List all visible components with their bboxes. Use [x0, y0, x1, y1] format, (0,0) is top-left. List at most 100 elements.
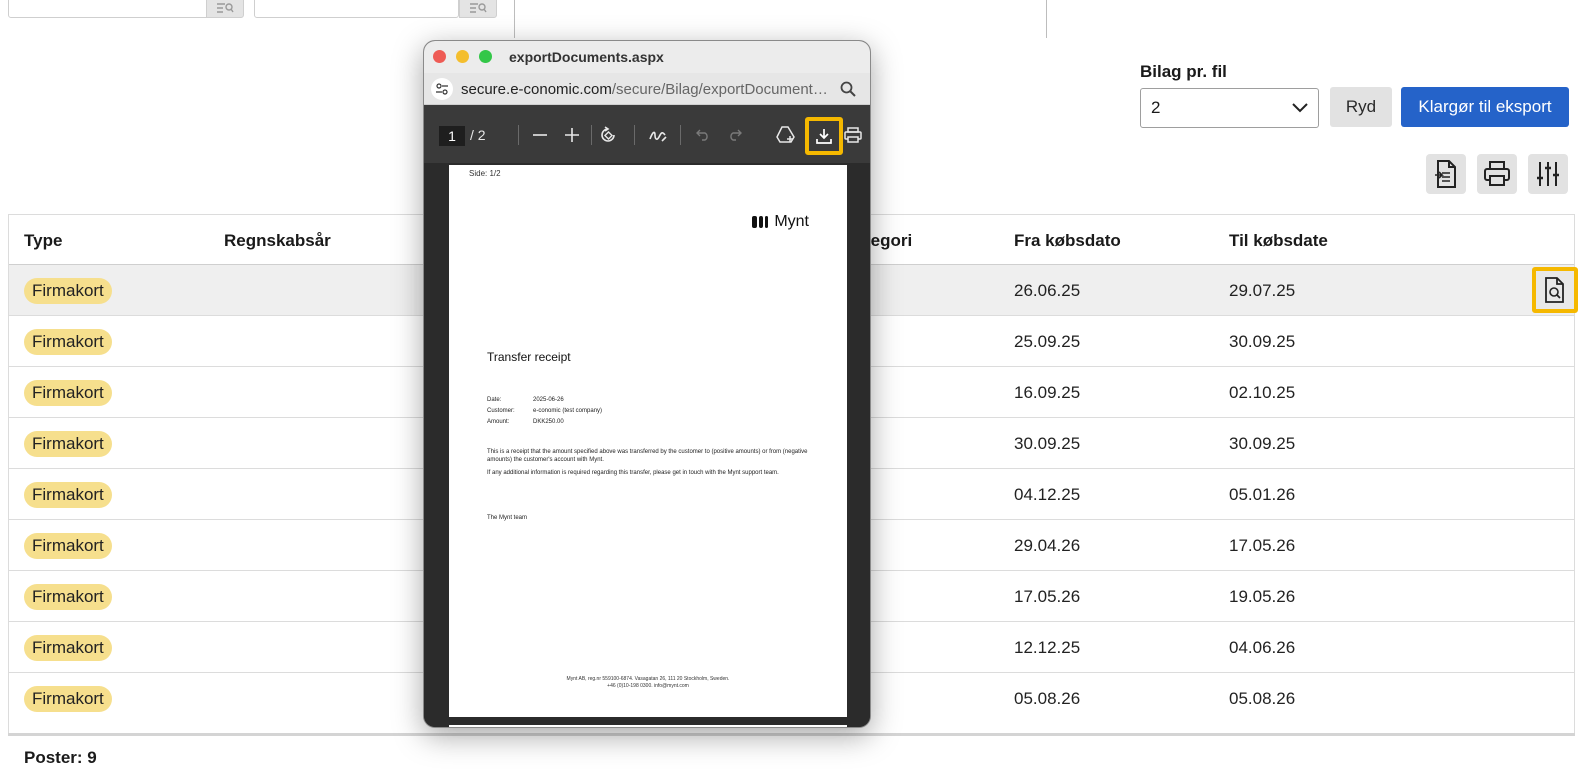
- header-to-date[interactable]: Til købsdate: [1229, 231, 1328, 251]
- save-to-drive-icon[interactable]: [774, 123, 798, 147]
- printer-icon: [1484, 161, 1510, 186]
- filter-input-1[interactable]: [8, 0, 213, 18]
- customer-label: Customer:: [487, 408, 515, 414]
- url-text: secure.e-conomic.com/secure/Bilag/export…: [461, 81, 831, 98]
- to-date-cell: 05.01.26: [1229, 485, 1296, 504]
- header-fiscal-year[interactable]: Regnskabsår: [224, 231, 331, 251]
- record-count: Poster: 9: [24, 748, 97, 767]
- footer-contact: +46 (0)10-198 0300. info@mynt.com: [607, 682, 689, 689]
- amount-line: Amount: DKK250.00: [487, 419, 564, 425]
- zoom-out-icon[interactable]: [528, 123, 552, 147]
- export-document-icon: [1435, 160, 1456, 188]
- mynt-logo-text: Mynt: [774, 213, 809, 230]
- mynt-logo: Mynt: [752, 213, 809, 231]
- amount-label: Amount:: [487, 419, 510, 425]
- date-label: Date:: [487, 397, 502, 403]
- date-value: 2025-06-26: [533, 397, 564, 403]
- signoff: The Mynt team: [487, 515, 528, 521]
- type-badge: Firmakort: [24, 329, 112, 355]
- header-from-date[interactable]: Fra købsdato: [1014, 231, 1121, 251]
- clear-button[interactable]: Ryd: [1330, 87, 1392, 127]
- rotate-icon[interactable]: [596, 123, 620, 147]
- export-file-button[interactable]: [1426, 154, 1466, 194]
- redo-icon[interactable]: [723, 123, 747, 147]
- to-date-cell: 04.06.26: [1229, 638, 1296, 657]
- url-host: secure.e-conomic.com: [461, 81, 612, 98]
- draw-icon[interactable]: [646, 123, 670, 147]
- to-date-cell: 02.10.25: [1229, 383, 1296, 402]
- divider: [1046, 0, 1047, 38]
- download-button[interactable]: [805, 117, 843, 155]
- zoom-in-icon[interactable]: [560, 123, 584, 147]
- print-button[interactable]: [1477, 154, 1517, 194]
- from-date-cell: 05.08.26: [1014, 689, 1081, 708]
- maximize-window-button[interactable]: [479, 50, 492, 63]
- date-line: Date: 2025-06-26: [487, 397, 564, 403]
- filter-input-2[interactable]: [254, 0, 459, 18]
- type-badge: Firmakort: [24, 431, 112, 457]
- customer-value: e-conomic (test company): [533, 408, 603, 414]
- page-indicator: Side: 1/2: [469, 169, 501, 178]
- toolbar-divider: [680, 125, 681, 145]
- window-title: exportDocuments.aspx: [509, 49, 664, 65]
- type-badge: Firmakort: [24, 584, 112, 610]
- toolbar-divider: [518, 125, 519, 145]
- from-date-cell: 25.09.25: [1014, 332, 1081, 351]
- print-pdf-icon[interactable]: [841, 123, 865, 147]
- from-date-cell: 26.06.25: [1014, 281, 1081, 300]
- page-total: / 2: [470, 127, 486, 143]
- toolbar-divider: [634, 125, 635, 145]
- to-date-cell: 19.05.26: [1229, 587, 1296, 606]
- type-badge: Firmakort: [24, 533, 112, 559]
- from-date-cell: 29.04.26: [1014, 536, 1081, 555]
- header-category[interactable]: tegori: [865, 231, 912, 251]
- bilag-per-file-select[interactable]: 2: [1140, 88, 1319, 128]
- pdf-page: Side: 1/2 Mynt Transfer receipt Date: 202…: [449, 165, 847, 717]
- from-date-cell: 12.12.25: [1014, 638, 1081, 657]
- column-settings-button[interactable]: [1528, 154, 1568, 194]
- type-badge: Firmakort: [24, 635, 112, 661]
- filter-search-icon: [217, 3, 234, 13]
- bilag-per-file-label: Bilag pr. fil: [1140, 62, 1227, 81]
- pdf-toolbar: 1 / 2: [424, 105, 870, 163]
- from-date-cell: 30.09.25: [1014, 434, 1081, 453]
- header-type[interactable]: Type: [24, 231, 62, 251]
- toolbar-divider: [591, 125, 592, 145]
- divider: [514, 0, 515, 38]
- amount-value: DKK250.00: [533, 419, 564, 425]
- type-badge: Firmakort: [24, 482, 112, 508]
- receipt-heading: Transfer receipt: [487, 350, 571, 364]
- to-date-cell: 17.05.26: [1229, 536, 1296, 555]
- pdf-preview-window: exportDocuments.aspx secure.e-conomic.co…: [423, 40, 871, 728]
- mynt-logo-icon: [752, 216, 769, 228]
- company-footer: Mynt AB, reg.nr 559100-6874. Vasagatan 2…: [449, 676, 847, 689]
- to-date-cell: 30.09.25: [1229, 434, 1296, 453]
- minimize-window-button[interactable]: [456, 50, 469, 63]
- from-date-cell: 16.09.25: [1014, 383, 1081, 402]
- prepare-export-button[interactable]: Klargør til eksport: [1401, 87, 1569, 127]
- from-date-cell: 17.05.26: [1014, 587, 1081, 606]
- filter-search-button-1[interactable]: [206, 0, 244, 18]
- site-settings-icon[interactable]: [431, 78, 453, 100]
- window-titlebar: exportDocuments.aspx: [424, 41, 870, 73]
- type-badge: Firmakort: [24, 380, 112, 406]
- search-icon[interactable]: [840, 81, 856, 102]
- filter-search-button-2[interactable]: [459, 0, 497, 18]
- download-icon: [816, 129, 832, 144]
- url-path: /secure/Bilag/exportDocument…: [611, 81, 828, 98]
- receipt-paragraph: This is a receipt that the amount specif…: [487, 449, 808, 463]
- to-date-cell: 05.08.26: [1229, 689, 1296, 708]
- to-date-cell: 30.09.25: [1229, 332, 1296, 351]
- from-date-cell: 04.12.25: [1014, 485, 1081, 504]
- customer-line: Customer: e-conomic (test company): [487, 408, 602, 414]
- to-date-cell: 29.07.25: [1229, 281, 1296, 300]
- filter-search-icon: [470, 3, 487, 13]
- close-window-button[interactable]: [433, 50, 446, 63]
- address-bar[interactable]: secure.e-conomic.com/secure/Bilag/export…: [424, 73, 870, 105]
- document-search-icon: [1545, 277, 1564, 303]
- page-number-input[interactable]: 1: [439, 126, 465, 146]
- view-document-button[interactable]: [1532, 267, 1578, 313]
- type-badge: Firmakort: [24, 686, 112, 712]
- pdf-viewer[interactable]: Side: 1/2 Mynt Transfer receipt Date: 202…: [424, 163, 870, 727]
- undo-icon[interactable]: [691, 123, 715, 147]
